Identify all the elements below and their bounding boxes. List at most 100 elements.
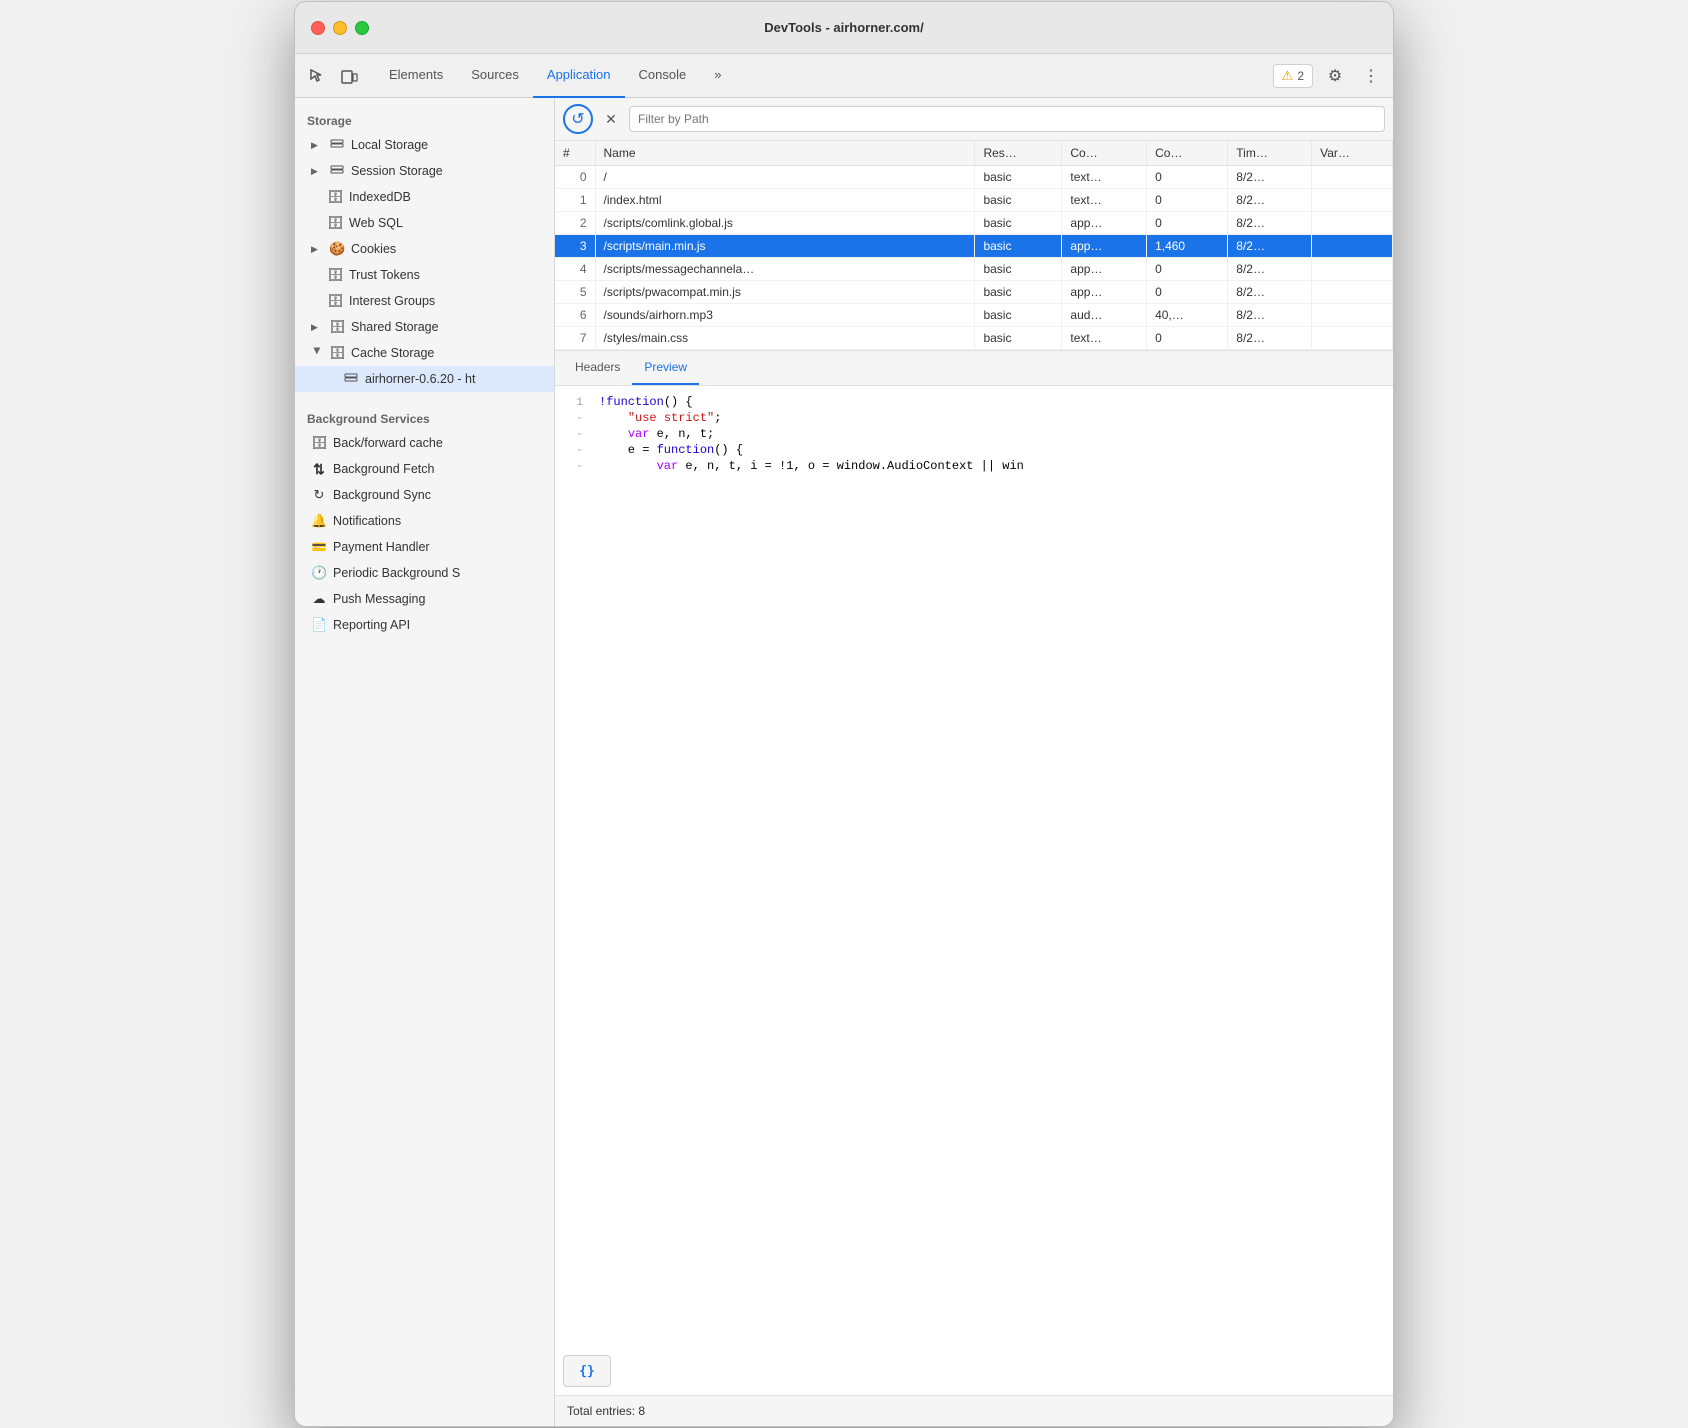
table-row[interactable]: 4/scripts/messagechannela…basicapp…08/2… bbox=[555, 258, 1393, 281]
sidebar-item-indexeddb[interactable]: 🗄 IndexedDB bbox=[295, 184, 554, 210]
indexeddb-icon: 🗄 bbox=[327, 189, 343, 205]
tab-console[interactable]: Console bbox=[625, 54, 701, 98]
total-entries: Total entries: 8 bbox=[555, 1395, 1393, 1426]
line-content: !function() { bbox=[599, 395, 1385, 409]
code-line: 1 !function() { bbox=[555, 394, 1393, 410]
notifications-label: Notifications bbox=[333, 514, 542, 528]
cookies-icon: 🍪 bbox=[329, 241, 345, 257]
table-row[interactable]: 5/scripts/pwacompat.min.jsbasicapp…08/2… bbox=[555, 281, 1393, 304]
sidebar-item-notifications[interactable]: 🔔 Notifications bbox=[295, 508, 554, 534]
periodic-label: Periodic Background S bbox=[333, 566, 542, 580]
table-row[interactable]: 2/scripts/comlink.global.jsbasicapp…08/2… bbox=[555, 212, 1393, 235]
back-forward-icon: 🗄 bbox=[311, 435, 327, 451]
sidebar-item-local-storage[interactable]: ▶ Local Storage bbox=[295, 132, 554, 158]
code-line: - var e, n, t; bbox=[555, 426, 1393, 442]
col-num: # bbox=[555, 141, 595, 166]
warning-badge[interactable]: ⚠ 2 bbox=[1273, 64, 1313, 88]
more-options-icon[interactable]: ⋮ bbox=[1357, 62, 1385, 90]
device-toggle-icon[interactable] bbox=[335, 62, 363, 90]
warning-count: 2 bbox=[1297, 69, 1304, 83]
expand-arrow: ▶ bbox=[311, 166, 323, 177]
cache-item-label: airhorner-0.6.20 - ht bbox=[365, 372, 542, 386]
table-body: 0/basictext…08/2…1/index.htmlbasictext…0… bbox=[555, 166, 1393, 350]
tab-sources[interactable]: Sources bbox=[457, 54, 533, 98]
tab-elements[interactable]: Elements bbox=[375, 54, 457, 98]
code-line: - e = function() { bbox=[555, 442, 1393, 458]
minimize-button[interactable] bbox=[333, 21, 347, 35]
sidebar-item-interest-groups[interactable]: 🗄 Interest Groups bbox=[295, 288, 554, 314]
line-number: - bbox=[563, 429, 583, 441]
sidebar-item-cache-item[interactable]: airhorner-0.6.20 - ht bbox=[295, 366, 554, 392]
filter-input[interactable] bbox=[629, 106, 1385, 132]
tab-application[interactable]: Application bbox=[533, 54, 625, 98]
table-row[interactable]: 0/basictext…08/2… bbox=[555, 166, 1393, 189]
cache-table: # Name Res… Co… Co… Tim… Var… 0/basictex… bbox=[555, 141, 1393, 350]
sidebar-item-web-sql[interactable]: 🗄 Web SQL bbox=[295, 210, 554, 236]
col-co2: Co… bbox=[1147, 141, 1228, 166]
local-storage-label: Local Storage bbox=[351, 138, 542, 152]
table-row[interactable]: 7/styles/main.cssbasictext…08/2… bbox=[555, 327, 1393, 350]
json-format-button[interactable]: {} bbox=[563, 1355, 611, 1387]
sidebar-item-payment-handler[interactable]: 💳 Payment Handler bbox=[295, 534, 554, 560]
table-row[interactable]: 6/sounds/airhorn.mp3basicaud…40,…8/2… bbox=[555, 304, 1393, 327]
main-content: Storage ▶ Local Storage ▶ Session Storag… bbox=[295, 98, 1393, 1426]
bg-sync-icon: ↻ bbox=[311, 487, 327, 503]
sidebar: Storage ▶ Local Storage ▶ Session Storag… bbox=[295, 98, 555, 1426]
code-panel: 1!function() {- "use strict";- var e, n,… bbox=[555, 386, 1393, 1347]
expand-arrow: ▶ bbox=[311, 322, 323, 333]
tab-headers[interactable]: Headers bbox=[563, 351, 632, 385]
code-line: - "use strict"; bbox=[555, 410, 1393, 426]
back-forward-label: Back/forward cache bbox=[333, 436, 542, 450]
sidebar-item-reporting-api[interactable]: 📄 Reporting API bbox=[295, 612, 554, 638]
sidebar-item-shared-storage[interactable]: ▶ 🗄 Shared Storage bbox=[295, 314, 554, 340]
line-content: var e, n, t; bbox=[599, 427, 1385, 441]
periodic-icon: 🕐 bbox=[311, 565, 327, 581]
shared-storage-icon: 🗄 bbox=[329, 319, 345, 335]
sidebar-item-cookies[interactable]: ▶ 🍪 Cookies bbox=[295, 236, 554, 262]
expand-arrow: ▶ bbox=[311, 140, 323, 151]
line-number: - bbox=[563, 445, 583, 457]
sidebar-item-periodic-bg[interactable]: 🕐 Periodic Background S bbox=[295, 560, 554, 586]
web-sql-icon: 🗄 bbox=[327, 215, 343, 231]
right-panel: ↺ ✕ # Name Res… Co… Co… Tim… V bbox=[555, 98, 1393, 1426]
sidebar-item-background-sync[interactable]: ↻ Background Sync bbox=[295, 482, 554, 508]
expand-arrow: ▶ bbox=[312, 347, 323, 359]
table-row[interactable]: 1/index.htmlbasictext…08/2… bbox=[555, 189, 1393, 212]
sidebar-item-push-messaging[interactable]: ☁ Push Messaging bbox=[295, 586, 554, 612]
line-content: e = function() { bbox=[599, 443, 1385, 457]
settings-icon[interactable]: ⚙ bbox=[1321, 62, 1349, 90]
cookies-label: Cookies bbox=[351, 242, 542, 256]
code-line: - var e, n, t, i = !1, o = window.AudioC… bbox=[555, 458, 1393, 474]
tab-bar-right: ⚠ 2 ⚙ ⋮ bbox=[1273, 62, 1385, 90]
reporting-label: Reporting API bbox=[333, 618, 542, 632]
bg-services-label: Background Services bbox=[295, 404, 554, 430]
bg-fetch-icon: ⇅ bbox=[311, 461, 327, 478]
line-number: - bbox=[563, 461, 583, 473]
sidebar-item-trust-tokens[interactable]: 🗄 Trust Tokens bbox=[295, 262, 554, 288]
traffic-lights bbox=[311, 21, 369, 35]
clear-button[interactable]: ✕ bbox=[597, 105, 625, 133]
table-row[interactable]: 3/scripts/main.min.jsbasicapp…1,4608/2… bbox=[555, 235, 1393, 258]
tab-more[interactable]: » bbox=[700, 54, 735, 98]
reporting-icon: 📄 bbox=[311, 617, 327, 633]
sidebar-item-background-fetch[interactable]: ⇅ Background Fetch bbox=[295, 456, 554, 482]
line-content: "use strict"; bbox=[599, 411, 1385, 425]
inspect-icon[interactable] bbox=[303, 62, 331, 90]
line-number: 1 bbox=[563, 397, 583, 409]
sidebar-item-cache-storage[interactable]: ▶ 🗄 Cache Storage bbox=[295, 340, 554, 366]
cache-storage-icon: 🗄 bbox=[329, 345, 345, 361]
sidebar-item-back-forward-cache[interactable]: 🗄 Back/forward cache bbox=[295, 430, 554, 456]
trust-tokens-label: Trust Tokens bbox=[349, 268, 542, 282]
interest-groups-label: Interest Groups bbox=[349, 294, 542, 308]
line-content: var e, n, t, i = !1, o = window.AudioCon… bbox=[599, 459, 1385, 473]
tab-preview[interactable]: Preview bbox=[632, 351, 699, 385]
col-name: Name bbox=[595, 141, 975, 166]
maximize-button[interactable] bbox=[355, 21, 369, 35]
payment-icon: 💳 bbox=[311, 540, 327, 554]
close-button[interactable] bbox=[311, 21, 325, 35]
tab-bar-icons bbox=[303, 62, 363, 90]
expand-arrow: ▶ bbox=[311, 244, 323, 255]
refresh-button[interactable]: ↺ bbox=[563, 104, 593, 134]
indexeddb-label: IndexedDB bbox=[349, 190, 542, 204]
sidebar-item-session-storage[interactable]: ▶ Session Storage bbox=[295, 158, 554, 184]
